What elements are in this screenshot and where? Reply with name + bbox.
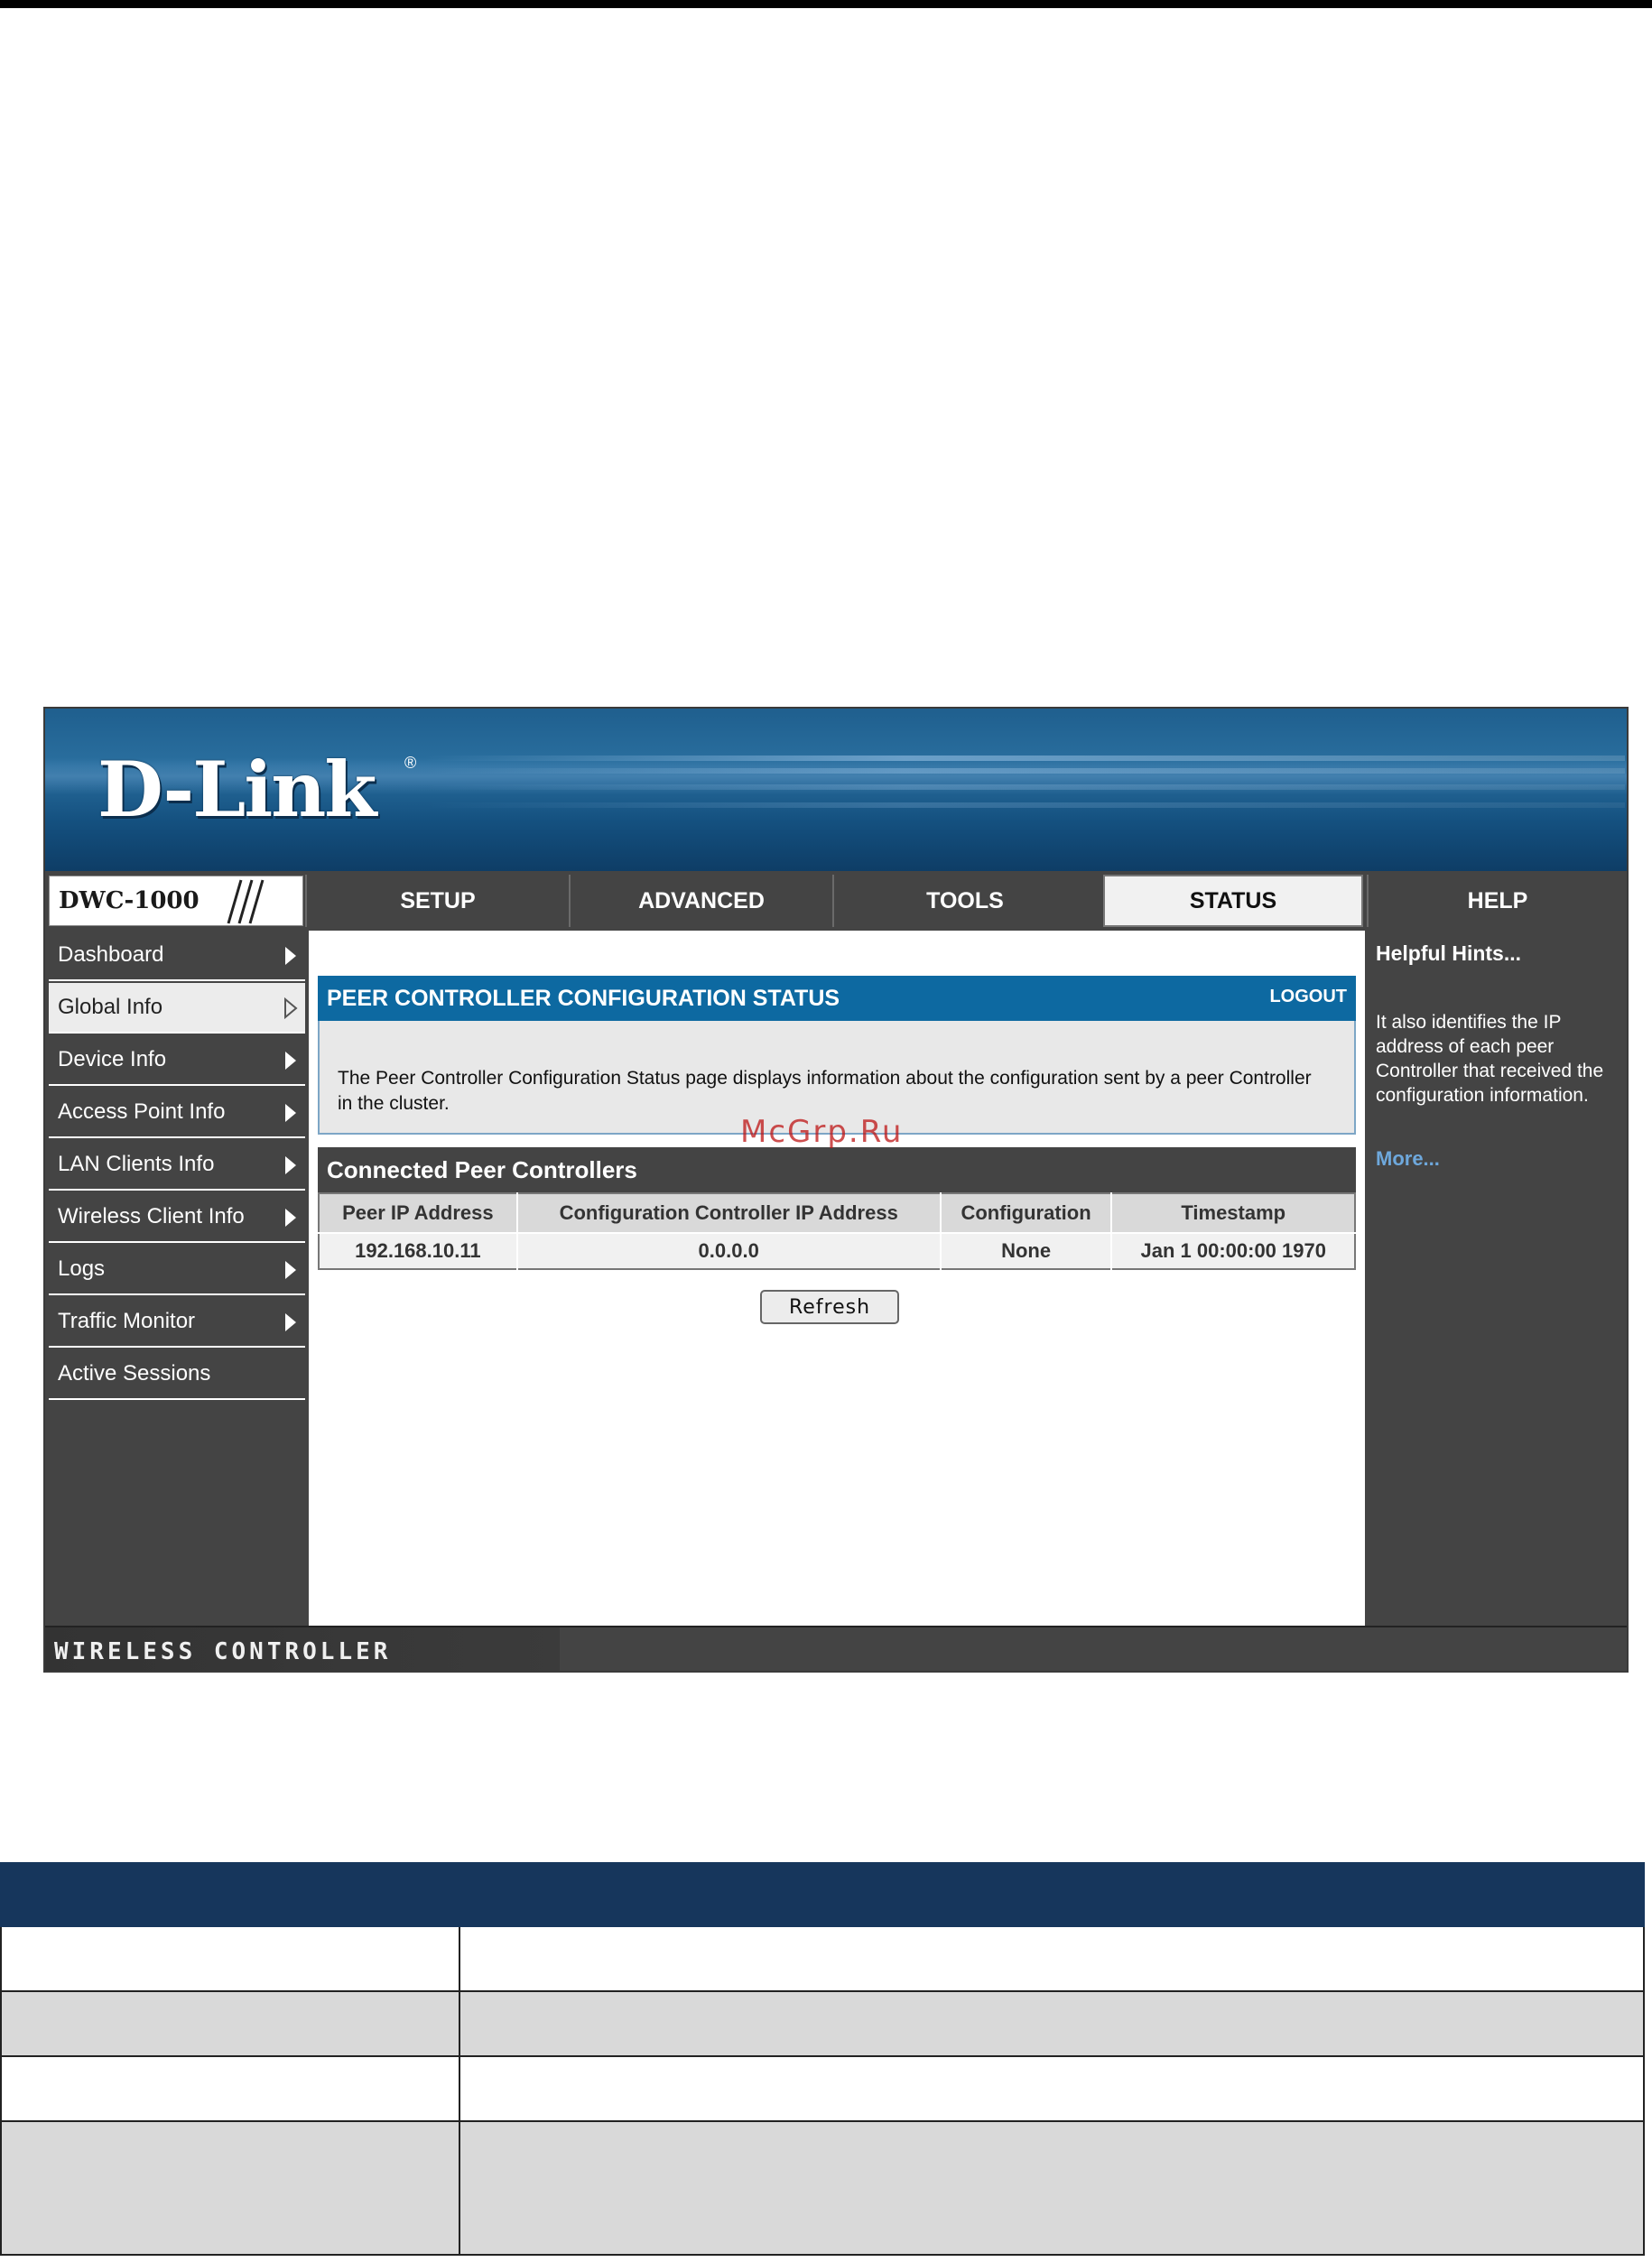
- banner-stripe: [424, 768, 1625, 774]
- column-header: Peer IP Address: [319, 1193, 518, 1233]
- tab-advanced[interactable]: ADVANCED: [569, 875, 832, 927]
- sidebar-item-label: Dashboard: [58, 942, 164, 967]
- tab-label: ADVANCED: [638, 887, 765, 913]
- logout-link[interactable]: LOGOUT: [1269, 987, 1347, 1007]
- dwc-admin-screenshot: D-Link ® DWC-1000 SETUP ADVANCED TOOLS S…: [43, 707, 1629, 1673]
- sidebar-item-label: Global Info: [58, 995, 163, 1019]
- model-badge: DWC-1000: [49, 876, 303, 926]
- doc-table-row: [0, 1925, 1645, 1992]
- tab-status[interactable]: STATUS: [1103, 875, 1363, 927]
- sidebar-item-active-sessions[interactable]: Active Sessions: [49, 1349, 305, 1400]
- triangle-right-icon: [285, 1156, 296, 1174]
- watermark: McGrp.Ru: [740, 1114, 904, 1150]
- sidebar-item-label: Logs: [58, 1256, 106, 1281]
- banner-stripe: [424, 784, 1625, 790]
- triangle-outline-right-icon: [284, 997, 298, 1019]
- main-content: PEER CONTROLLER CONFIGURATION STATUS LOG…: [309, 931, 1365, 1626]
- sidebar-item-label: Wireless Client Info: [58, 1204, 245, 1228]
- table-row: 192.168.10.11 0.0.0.0 None Jan 1 00:00:0…: [319, 1232, 1355, 1269]
- table-cell: 192.168.10.11: [319, 1232, 518, 1269]
- doc-table-row: [0, 2055, 1645, 2122]
- sidebar-item-wireless-client-info[interactable]: Wireless Client Info: [49, 1192, 305, 1243]
- sidebar-item-label: LAN Clients Info: [58, 1152, 215, 1176]
- column-header: Configuration: [940, 1193, 1113, 1233]
- table-header-row: Peer IP Address Configuration Controller…: [319, 1193, 1355, 1233]
- tab-setup[interactable]: SETUP: [305, 875, 569, 927]
- table-cell: Jan 1 00:00:00 1970: [1111, 1232, 1355, 1269]
- triangle-right-icon: [285, 1104, 296, 1122]
- sidebar-item-global-info[interactable]: Global Info: [49, 983, 305, 1034]
- sidebar-item-label: Traffic Monitor: [58, 1309, 196, 1333]
- page-title: PEER CONTROLLER CONFIGURATION STATUS: [327, 985, 840, 1011]
- doc-table-cell: [459, 2120, 1645, 2256]
- registered-mark: ®: [404, 754, 417, 772]
- doc-table-cell: [459, 1990, 1645, 2057]
- column-header: Timestamp: [1111, 1193, 1355, 1233]
- tab-label: SETUP: [400, 887, 476, 913]
- footer-brand-area: WIRELESS CONTROLLER: [45, 1627, 560, 1671]
- sidebar-item-label: Active Sessions: [58, 1361, 211, 1386]
- doc-table-row: [0, 1990, 1645, 2057]
- tab-label: HELP: [1467, 887, 1528, 913]
- slash-decoration-icon: [227, 879, 265, 924]
- triangle-right-icon: [285, 1261, 296, 1279]
- sidebar-item-logs[interactable]: Logs: [49, 1245, 305, 1295]
- doc-table-row: [0, 2120, 1645, 2256]
- doc-table-header-row: [0, 1862, 1645, 1927]
- help-title: Helpful Hints...: [1376, 941, 1521, 965]
- tab-label: TOOLS: [926, 887, 1004, 913]
- page-top-rule: [0, 0, 1652, 8]
- sidebar-item-traffic-monitor[interactable]: Traffic Monitor: [49, 1297, 305, 1348]
- doc-table-cell: [459, 2055, 1645, 2122]
- sidebar: Dashboard Global Info Device Info Access…: [49, 931, 305, 1626]
- column-header: Configuration Controller IP Address: [516, 1193, 942, 1233]
- help-more-link[interactable]: More...: [1376, 1147, 1440, 1171]
- triangle-right-icon: [285, 1052, 296, 1070]
- doc-table-header: [459, 1862, 1645, 1927]
- tab-label: STATUS: [1189, 887, 1277, 913]
- footer-title: WIRELESS CONTROLLER: [54, 1638, 392, 1665]
- banner-stripe: [424, 802, 1625, 808]
- sidebar-item-label: Device Info: [58, 1047, 167, 1071]
- doc-table-cell: [0, 2120, 460, 2256]
- help-text: It also identifies the IP address of eac…: [1376, 1012, 1604, 1106]
- model-name: DWC-1000: [59, 887, 200, 914]
- doc-table-cell: [0, 1990, 460, 2057]
- dlink-logo: D-Link: [97, 745, 377, 834]
- sidebar-item-access-point-info[interactable]: Access Point Info: [49, 1088, 305, 1138]
- document-table: [0, 1862, 1645, 2256]
- doc-table-cell: [459, 1925, 1645, 1992]
- sidebar-item-label: Access Point Info: [58, 1099, 226, 1124]
- sidebar-item-device-info[interactable]: Device Info: [49, 1035, 305, 1086]
- doc-table-cell: [0, 2055, 460, 2122]
- table-cell: None: [940, 1232, 1113, 1269]
- doc-table-header: [0, 1862, 460, 1927]
- triangle-right-icon: [285, 1313, 296, 1331]
- tab-help[interactable]: HELP: [1367, 875, 1627, 927]
- panel-header: PEER CONTROLLER CONFIGURATION STATUS LOG…: [318, 976, 1356, 1021]
- top-nav: DWC-1000 SETUP ADVANCED TOOLS STATUS HEL…: [45, 871, 1627, 931]
- footer-bar: WIRELESS CONTROLLER: [45, 1626, 1627, 1671]
- sidebar-item-lan-clients-info[interactable]: LAN Clients Info: [49, 1140, 305, 1191]
- table-title: Connected Peer Controllers: [318, 1147, 1356, 1192]
- tab-tools[interactable]: TOOLS: [832, 875, 1096, 927]
- table-cell: 0.0.0.0: [516, 1232, 942, 1269]
- sidebar-item-dashboard[interactable]: Dashboard: [49, 931, 305, 981]
- page-description: The Peer Controller Configuration Status…: [338, 1068, 1312, 1114]
- refresh-button[interactable]: Refresh: [760, 1290, 899, 1324]
- triangle-right-icon: [285, 947, 296, 965]
- header-banner: D-Link ®: [45, 709, 1627, 871]
- peer-controllers-table: Peer IP Address Configuration Controller…: [318, 1192, 1356, 1270]
- banner-stripe: [424, 756, 1625, 761]
- doc-table-cell: [0, 1925, 460, 1992]
- triangle-right-icon: [285, 1209, 296, 1227]
- help-panel: Helpful Hints... It also identifies the …: [1369, 931, 1627, 1626]
